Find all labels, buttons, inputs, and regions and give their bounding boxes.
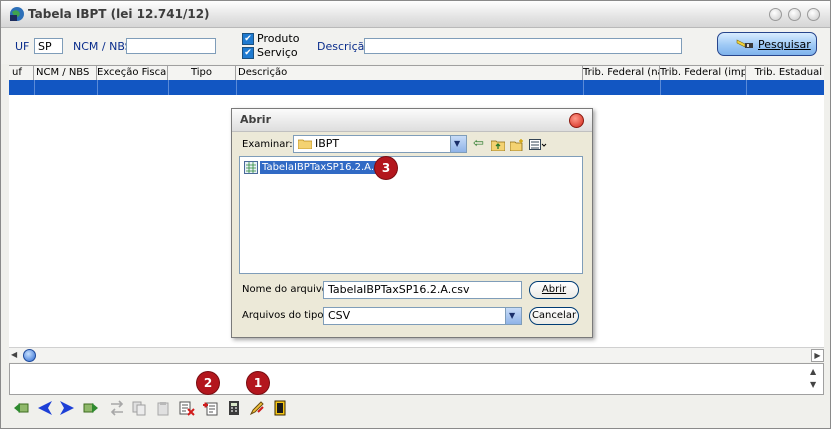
col-trib-estadual[interactable]: Trib. Estadual bbox=[746, 66, 824, 80]
window-title: Tabela IBPT (lei 12.741/12) bbox=[28, 7, 210, 21]
dialog-title-bar[interactable]: Abrir bbox=[232, 109, 592, 132]
descricao-input[interactable] bbox=[364, 38, 682, 54]
step-badge-1: 1 bbox=[247, 372, 269, 394]
look-in-combo[interactable]: IBPT ▼ bbox=[293, 135, 467, 153]
col-trib-federal-imp[interactable]: Trib. Federal (imp) bbox=[660, 66, 746, 80]
export-icon[interactable] bbox=[179, 400, 195, 416]
csv-file-icon bbox=[244, 161, 258, 174]
col-uf[interactable]: uf bbox=[9, 66, 34, 80]
cell bbox=[9, 80, 35, 95]
ncm-label: NCM / NBS bbox=[73, 40, 132, 53]
scroll-right-icon[interactable]: ▶ bbox=[811, 349, 824, 362]
title-bar[interactable]: Tabela IBPT (lei 12.741/12) bbox=[1, 1, 830, 28]
back-arrow-icon[interactable]: ⇦ bbox=[473, 136, 484, 151]
servico-checkbox[interactable]: ✔ bbox=[242, 47, 254, 59]
step-badge-3: 3 bbox=[375, 157, 397, 179]
cell bbox=[660, 80, 747, 95]
new-folder-icon[interactable] bbox=[510, 139, 524, 151]
cell bbox=[97, 80, 169, 95]
dialog-close-icon[interactable] bbox=[569, 113, 584, 128]
produto-label: Produto bbox=[257, 32, 300, 45]
minimize-button[interactable] bbox=[769, 8, 782, 21]
filetype-value: CSV bbox=[328, 309, 351, 322]
memo-scroll-up-icon[interactable]: ▲ bbox=[810, 367, 816, 376]
cancel-button-label: Cancelar bbox=[531, 310, 577, 321]
search-label: Pesquisar bbox=[758, 38, 811, 51]
open-button-label: Abrir bbox=[541, 284, 567, 295]
selected-row[interactable] bbox=[9, 80, 824, 95]
cell bbox=[583, 80, 661, 95]
col-excecao-fiscal[interactable]: Exceção Fiscal bbox=[97, 66, 168, 80]
filetype-label: Arquivos do tipo: bbox=[242, 310, 327, 321]
file-name: TabelaIBPTaxSP16.2.A.csv bbox=[260, 161, 393, 174]
produto-checkbox[interactable]: ✔ bbox=[242, 33, 254, 45]
ncm-input[interactable] bbox=[126, 38, 216, 54]
memo-scroll-down-icon[interactable]: ▼ bbox=[810, 380, 816, 389]
grid-header: uf NCM / NBS Exceção Fiscal Tipo Descriç… bbox=[9, 65, 824, 81]
flashlight-icon bbox=[736, 39, 753, 48]
next-icon[interactable] bbox=[59, 400, 75, 416]
cell bbox=[168, 80, 237, 95]
forward-icon[interactable] bbox=[83, 400, 99, 416]
filetype-combo[interactable]: CSV ▼ bbox=[323, 307, 522, 325]
view-menu-icon[interactable] bbox=[529, 139, 547, 151]
col-tipo[interactable]: Tipo bbox=[168, 66, 236, 80]
cancel-button[interactable]: Cancelar bbox=[529, 307, 579, 325]
horizontal-scrollbar[interactable]: ◀ ▶ bbox=[9, 347, 824, 362]
exit-icon[interactable] bbox=[272, 400, 288, 416]
step-badge-2: 2 bbox=[197, 372, 219, 394]
search-button[interactable]: Pesquisar bbox=[717, 32, 817, 56]
calculator-icon[interactable] bbox=[226, 400, 242, 416]
scroll-thumb[interactable] bbox=[23, 349, 36, 362]
col-ncm-nbs[interactable]: NCM / NBS bbox=[34, 66, 97, 80]
close-button[interactable] bbox=[807, 8, 820, 21]
look-in-value: IBPT bbox=[315, 137, 340, 150]
scroll-left-icon[interactable]: ◀ bbox=[11, 350, 17, 359]
col-descricao[interactable]: Descrição bbox=[236, 66, 583, 80]
filter-bar: UF SP NCM / NBS ✔ Produto ✔ Serviço Desc… bbox=[1, 28, 830, 64]
look-in-dropdown-icon[interactable]: ▼ bbox=[450, 136, 466, 152]
filename-label: Nome do arquivo: bbox=[242, 284, 332, 295]
look-in-label: Examinar: bbox=[242, 139, 293, 150]
maximize-button[interactable] bbox=[788, 8, 801, 21]
previous-icon[interactable] bbox=[37, 400, 53, 416]
filetype-dropdown-icon[interactable]: ▼ bbox=[505, 308, 521, 324]
cell bbox=[236, 80, 584, 95]
filename-input[interactable]: TabelaIBPTaxSP16.2.A.csv bbox=[323, 281, 522, 299]
up-folder-icon[interactable] bbox=[491, 139, 505, 151]
descricao-label: Descrição bbox=[317, 40, 372, 53]
col-trib-federal-nac[interactable]: Trib. Federal (nac) bbox=[583, 66, 660, 80]
dialog-title: Abrir bbox=[240, 113, 272, 126]
back-to-list-icon[interactable] bbox=[13, 400, 29, 416]
bottom-toolbar bbox=[9, 397, 824, 419]
paste-icon[interactable] bbox=[155, 400, 171, 416]
import-icon[interactable] bbox=[202, 400, 218, 416]
cell bbox=[34, 80, 98, 95]
open-file-dialog: Abrir Examinar: IBPT ▼ ⇦ TabelaIBPTaxSP1… bbox=[231, 108, 593, 338]
copy-icon[interactable] bbox=[131, 400, 147, 416]
main-window: Tabela IBPT (lei 12.741/12) UF SP NCM / … bbox=[0, 0, 831, 429]
uf-input[interactable]: SP bbox=[34, 38, 63, 54]
file-list[interactable]: TabelaIBPTaxSP16.2.A.csv bbox=[239, 156, 583, 274]
app-globe-icon bbox=[10, 7, 24, 21]
edit-icon[interactable] bbox=[249, 400, 265, 416]
folder-icon bbox=[298, 139, 312, 149]
open-button[interactable]: Abrir bbox=[529, 281, 579, 299]
arrows-icon[interactable] bbox=[109, 400, 125, 416]
uf-label: UF bbox=[15, 40, 30, 53]
memo-box[interactable]: ▲ ▼ bbox=[9, 363, 824, 395]
servico-label: Serviço bbox=[257, 46, 298, 59]
